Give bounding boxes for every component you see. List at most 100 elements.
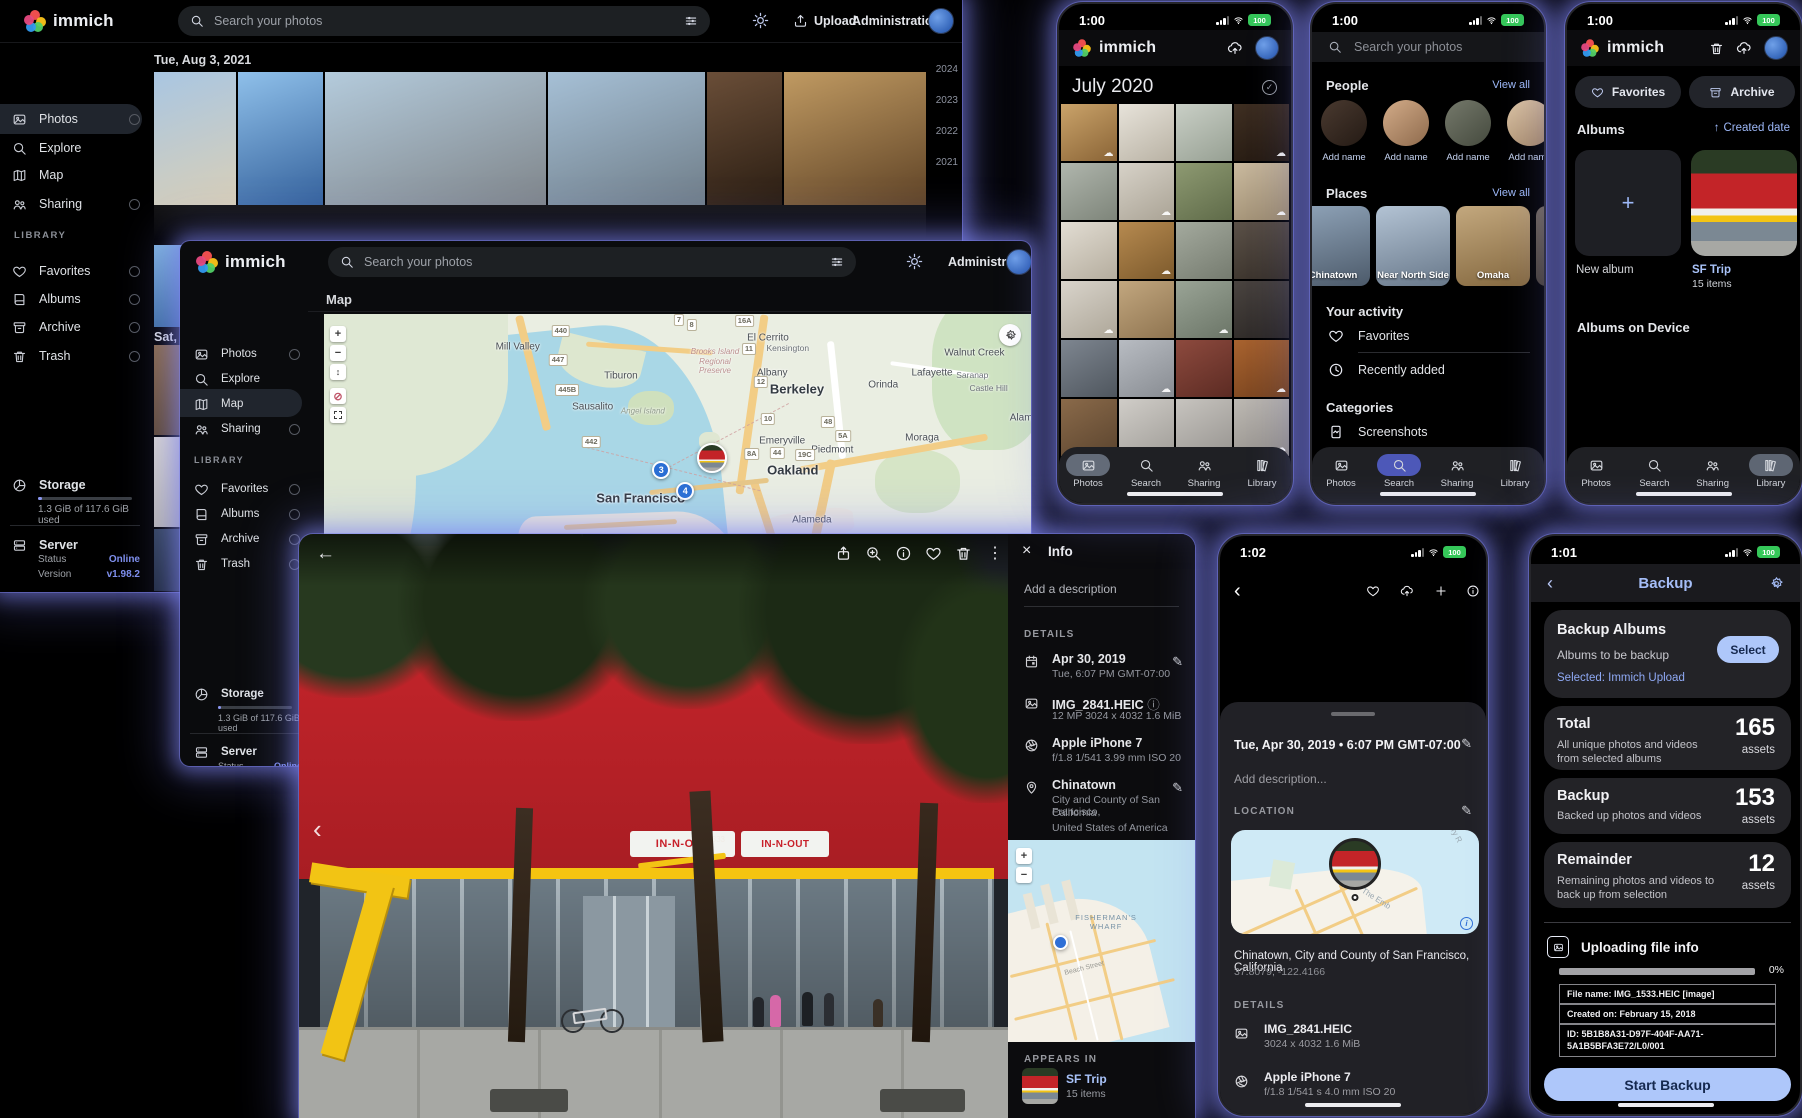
drag-handle[interactable]	[1331, 712, 1375, 716]
upload-cloud-icon[interactable]	[1400, 584, 1414, 598]
album-tile-sf-trip[interactable]	[1691, 150, 1797, 256]
person-item[interactable]: Add name	[1444, 100, 1492, 178]
user-avatar[interactable]	[928, 8, 954, 34]
screenshots-row[interactable]: Screenshots	[1312, 424, 1544, 440]
photo-tile[interactable]	[707, 72, 782, 205]
photo-tile[interactable]: ☁	[1061, 104, 1117, 161]
map-compass-button[interactable]: ↕	[330, 364, 346, 380]
delete-icon[interactable]	[955, 545, 972, 562]
sidebar-item-map[interactable]: Map	[12, 162, 140, 188]
photo-tile[interactable]	[1176, 222, 1232, 279]
photo-tile[interactable]	[784, 72, 926, 205]
home-indicator[interactable]	[1380, 492, 1476, 496]
sidebar-item-trash[interactable]: Trash	[12, 343, 140, 369]
user-avatar[interactable]	[1255, 36, 1279, 60]
immich-logo[interactable]: immich	[24, 10, 114, 32]
photo-tile[interactable]: ☁	[1119, 340, 1175, 397]
location-map-card[interactable]: - San Francisco Ferry R The Emb i	[1231, 830, 1479, 934]
user-avatar[interactable]	[1006, 249, 1031, 275]
search-input[interactable]: Search your photos	[1312, 32, 1544, 62]
photo-tile[interactable]	[1061, 222, 1117, 279]
sidebar-item-explore[interactable]: Explore	[194, 366, 300, 392]
backup-cloud-icon[interactable]	[1227, 40, 1243, 56]
nav-sharing[interactable]: Sharing	[1428, 454, 1486, 489]
photo-cluster-marker[interactable]: 4	[676, 482, 694, 500]
timeline-year[interactable]: 2024	[936, 64, 958, 75]
back-button[interactable]: ←	[316, 543, 335, 565]
album-name[interactable]: SF Trip	[1692, 264, 1731, 276]
photo-tile[interactable]	[1234, 222, 1290, 279]
photo-tile[interactable]: ☁	[1061, 281, 1117, 338]
theme-toggle-button[interactable]	[752, 12, 769, 29]
map-settings-button[interactable]	[999, 324, 1021, 346]
photo-tile[interactable]: ☁	[1176, 281, 1232, 338]
home-indicator[interactable]	[1618, 1103, 1714, 1107]
nav-photos[interactable]: Photos	[1567, 454, 1625, 489]
previous-photo-chevron[interactable]: ‹	[313, 814, 322, 845]
theme-toggle-button[interactable]	[906, 253, 923, 270]
photo-tile[interactable]	[1176, 104, 1232, 161]
add-name-label[interactable]: Add name	[1446, 152, 1489, 163]
nav-search[interactable]: Search	[1370, 454, 1428, 489]
sidebar-item-map[interactable]: Map	[194, 391, 300, 417]
sidebar-item-archive[interactable]: Archive	[12, 314, 140, 340]
favorites-row[interactable]: Favorites	[1312, 328, 1544, 344]
nav-search[interactable]: Search	[1117, 454, 1175, 489]
edit-date-icon[interactable]: ✎	[1461, 736, 1472, 752]
recently-added-row[interactable]: Recently added	[1312, 362, 1544, 378]
photo-tile[interactable]	[1061, 340, 1117, 397]
places-view-all[interactable]: View all	[1492, 187, 1530, 199]
photo-tile[interactable]	[1119, 104, 1175, 161]
search-input[interactable]: Search your photos	[328, 247, 856, 277]
map-fullscreen-button[interactable]	[330, 407, 346, 423]
people-view-all[interactable]: View all	[1492, 79, 1530, 91]
add-icon[interactable]	[1434, 584, 1448, 598]
minimap-zoom-out[interactable]: −	[1016, 867, 1032, 883]
person-item[interactable]: Add name	[1506, 100, 1544, 178]
photo-tile[interactable]	[325, 72, 546, 205]
administration-link[interactable]: Administration	[852, 14, 940, 28]
album-thumbnail[interactable]	[1022, 1068, 1058, 1104]
nav-library[interactable]: Library	[1233, 454, 1291, 489]
favorites-button[interactable]: Favorites	[1575, 76, 1681, 108]
search-filter-icon[interactable]	[830, 255, 844, 269]
favorite-icon[interactable]	[925, 545, 942, 562]
select-all-icon[interactable]: ✓	[1262, 80, 1277, 95]
new-album-tile[interactable]: +	[1575, 150, 1681, 256]
sidebar-item-trash[interactable]: Trash	[194, 551, 300, 577]
backup-cloud-icon[interactable]	[1736, 40, 1752, 56]
map-attribution-icon[interactable]: i	[1460, 917, 1473, 930]
user-avatar[interactable]	[1764, 36, 1788, 60]
photo-tile[interactable]	[548, 72, 705, 205]
sidebar-item-photos[interactable]: Photos	[194, 341, 300, 367]
edit-location-icon[interactable]: ✎	[1172, 780, 1183, 796]
sidebar-item-archive[interactable]: Archive	[194, 526, 300, 552]
back-chevron[interactable]: ‹	[1234, 580, 1241, 603]
nav-photos[interactable]: Photos	[1059, 454, 1117, 489]
select-button[interactable]: Select	[1717, 636, 1779, 663]
sidebar-item-explore[interactable]: Explore	[12, 135, 140, 161]
add-name-label[interactable]: Add name	[1322, 152, 1365, 163]
photo-tile[interactable]: ☁	[1234, 340, 1290, 397]
timeline-scrubber[interactable]: 2024202320222021	[936, 64, 958, 168]
zoom-icon[interactable]	[865, 545, 882, 562]
home-indicator[interactable]	[1636, 492, 1732, 496]
sidebar-item-sharing[interactable]: Sharing	[12, 191, 140, 217]
timeline-year[interactable]: 2022	[936, 126, 958, 137]
sidebar-item-favorites[interactable]: Favorites	[194, 476, 300, 502]
photo-tile[interactable]: ☁	[1234, 163, 1290, 220]
immich-logo[interactable]: immich	[196, 251, 286, 273]
nav-sharing[interactable]: Sharing	[1684, 454, 1742, 489]
share-icon[interactable]	[835, 545, 852, 562]
sidebar-item-albums[interactable]: Albums	[194, 501, 300, 527]
minimap-zoom-in[interactable]: +	[1016, 848, 1032, 864]
photo-innout[interactable]: IN-N-OUT IN-N-OUT 333	[299, 534, 1008, 1118]
search-filter-icon[interactable]	[684, 14, 698, 28]
photo-cluster-marker[interactable]: 3	[652, 461, 670, 479]
place-tile[interactable]: Pi	[1536, 206, 1544, 286]
more-options-icon[interactable]: ⋮	[987, 543, 1003, 563]
photo-map-marker[interactable]	[697, 443, 727, 473]
photo-tile[interactable]	[238, 72, 323, 205]
nav-sharing[interactable]: Sharing	[1175, 454, 1233, 489]
photo-tile[interactable]	[1176, 163, 1232, 220]
